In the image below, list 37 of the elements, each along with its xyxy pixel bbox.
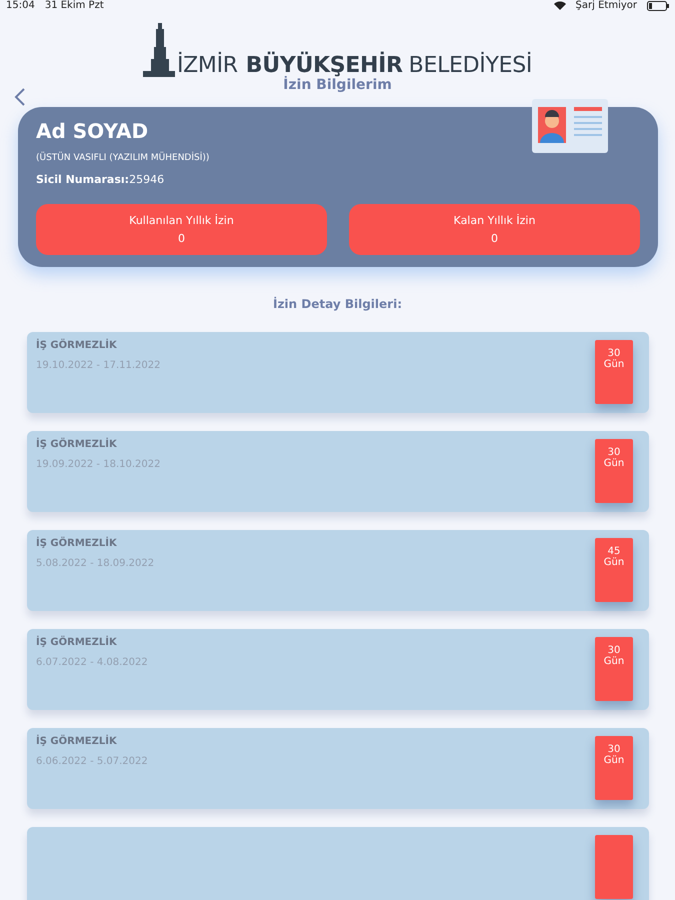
leave-dates: 19.10.2022 - 17.11.2022 (36, 360, 160, 371)
leave-dates: 6.07.2022 - 4.08.2022 (36, 657, 148, 668)
wifi-icon (554, 1, 566, 10)
leave-stat-card: Kalan Yıllık İzin 0 (349, 204, 640, 255)
tower-icon (142, 21, 177, 77)
registry-number: Sicil Numarası:25946 (36, 173, 166, 186)
employee-name: Ad SOYAD (36, 119, 150, 143)
leave-card[interactable]: İŞ GÖRMEZLİK 19.09.2022 - 18.10.2022 30 Gün (27, 431, 649, 512)
day-count-badge: 30 Gün (595, 340, 633, 404)
leave-type: İŞ GÖRMEZLİK (36, 340, 118, 351)
day-count-badge: 30 Gün (595, 439, 633, 503)
leave-dates: 5.08.2022 - 18.09.2022 (36, 558, 154, 569)
leave-type: İŞ GÖRMEZLİK (36, 538, 118, 549)
leave-type: İŞ GÖRMEZLİK (36, 439, 118, 450)
employee-position: (ÜSTÜN VASIFLI (YAZILIM MÜHENDİSİ)) (36, 153, 210, 163)
status-time: 15:04 (6, 0, 35, 11)
leave-card[interactable]: İŞ GÖRMEZLİK 19.10.2022 - 17.11.2022 30 Gün (27, 332, 649, 413)
day-count-badge: 45 Gün (595, 538, 633, 602)
day-count-badge: 30 Gün (595, 736, 633, 800)
leave-dates: 19.09.2022 - 18.10.2022 (36, 459, 160, 470)
leave-type: İŞ GÖRMEZLİK (36, 736, 118, 747)
section-title: İzin Detay Bilgileri: (272, 297, 402, 311)
leave-card[interactable]: İŞ GÖRMEZLİK 6.07.2022 - 4.08.2022 30 Gün (27, 629, 649, 710)
back-icon[interactable] (14, 87, 26, 107)
leave-dates: 6.06.2022 - 5.07.2022 (36, 756, 148, 767)
day-count-badge: 30 Gün (595, 637, 633, 701)
charging-status: Şarj Etmiyor (576, 0, 637, 11)
leave-card[interactable]: İŞ GÖRMEZLİK 6.06.2022 - 5.07.2022 30 Gün (27, 728, 649, 809)
leave-card[interactable] (27, 827, 649, 900)
battery-icon (647, 0, 669, 10)
leave-card[interactable]: İŞ GÖRMEZLİK 5.08.2022 - 18.09.2022 45 Gün (27, 530, 649, 611)
leave-stat-card: Kullanılan Yıllık İzin 0 (36, 204, 327, 255)
day-count-badge (595, 835, 633, 899)
status-date: 31 Ekim Pzt (44, 0, 104, 11)
id-card-icon (532, 99, 608, 153)
leave-type: İŞ GÖRMEZLİK (36, 637, 118, 648)
page-title: İzin Bilgilerim (283, 77, 392, 93)
